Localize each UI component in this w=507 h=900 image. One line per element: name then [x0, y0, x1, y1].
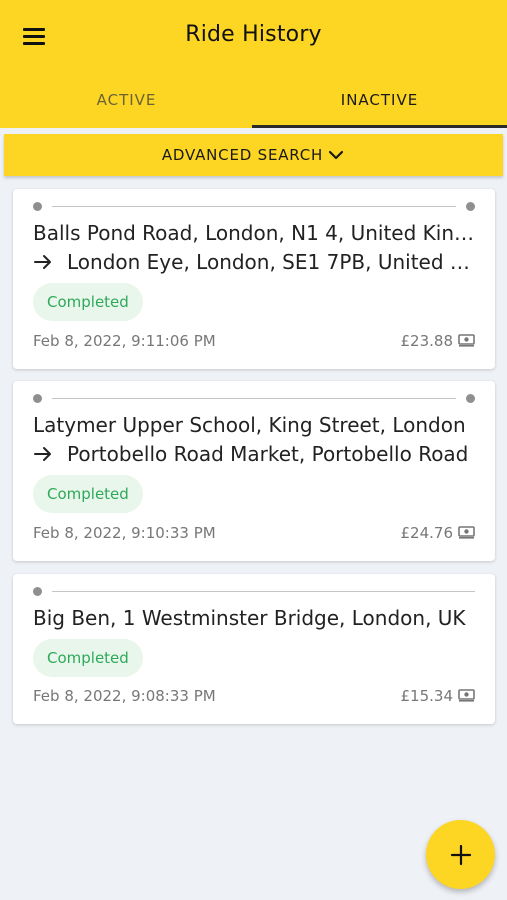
app-header: Ride History ACTIVE INACTIVE — [0, 0, 507, 128]
status-badge: Completed — [33, 639, 143, 677]
route-line — [33, 587, 475, 597]
ride-card[interactable]: Balls Pond Road, London, N1 4, United Ki… — [13, 189, 495, 369]
plus-icon — [450, 844, 471, 865]
status-badge: Completed — [33, 283, 143, 321]
page-title: Ride History — [185, 22, 322, 47]
cash-icon — [458, 334, 475, 347]
advanced-search-label: ADVANCED SEARCH — [161, 146, 324, 164]
advanced-search-button[interactable]: ADVANCED SEARCH — [4, 134, 503, 176]
route-line — [33, 394, 475, 404]
tab-indicator — [252, 125, 507, 128]
ride-datetime: Feb 8, 2022, 9:10:33 PM — [33, 524, 216, 542]
ride-price: £24.76 — [400, 524, 454, 542]
chevron-down-icon — [329, 150, 344, 160]
ride-origin: Big Ben, 1 Westminster Bridge, London, U… — [33, 606, 466, 630]
ride-destination-text: Portobello Road Market, Portobello Road — [67, 442, 469, 466]
ride-destination-text: London Eye, London, SE1 7PB, United King… — [67, 250, 475, 274]
cash-icon — [458, 526, 475, 539]
ride-card[interactable]: Latymer Upper School, King Street, Londo… — [13, 381, 495, 561]
ride-datetime: Feb 8, 2022, 9:08:33 PM — [33, 687, 216, 705]
ride-price: £15.34 — [400, 687, 454, 705]
ride-origin: Latymer Upper School, King Street, Londo… — [33, 413, 466, 437]
ride-origin: Balls Pond Road, London, N1 4, United Ki… — [33, 221, 475, 245]
ride-datetime: Feb 8, 2022, 9:11:06 PM — [33, 332, 216, 350]
route-line — [33, 202, 475, 212]
add-ride-button[interactable] — [426, 820, 495, 889]
arrow-right-icon — [34, 447, 51, 461]
cash-icon — [458, 689, 475, 702]
ride-price: £23.88 — [400, 332, 454, 350]
ride-destination: Portobello Road Market, Portobello Road — [33, 442, 475, 466]
ride-destination: London Eye, London, SE1 7PB, United King… — [33, 250, 475, 274]
tab-inactive[interactable]: INACTIVE — [253, 88, 506, 128]
tab-active[interactable]: ACTIVE — [0, 88, 253, 128]
arrow-right-icon — [34, 255, 51, 269]
status-badge: Completed — [33, 475, 143, 513]
ride-card[interactable]: Big Ben, 1 Westminster Bridge, London, U… — [13, 574, 495, 724]
